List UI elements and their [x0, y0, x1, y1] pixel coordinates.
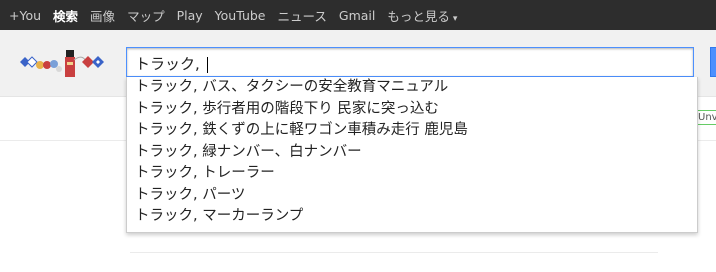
gbar-more-label: もっと見る: [387, 8, 450, 24]
gbar-link-news[interactable]: ニュース: [278, 6, 327, 25]
autocomplete-dropdown: トラック, バス、タクシーの安全教育マニュアル トラック, 歩行者用の階段下り …: [126, 77, 698, 233]
gbar-link-maps[interactable]: マップ: [127, 6, 165, 25]
suggestion-item[interactable]: トラック, バス、タクシーの安全教育マニュアル: [127, 77, 697, 99]
suggestion-item[interactable]: トラック, パーツ: [127, 185, 697, 207]
search-input[interactable]: トラック,: [126, 47, 694, 77]
gbar-link-youtube[interactable]: YouTube: [215, 8, 266, 23]
gbar-link-more[interactable]: もっと見る ▾: [387, 6, 457, 25]
suggestion-item[interactable]: トラック, マーカーランプ: [127, 206, 697, 228]
gbar-link-play[interactable]: Play: [177, 8, 203, 23]
google-doodle-logo[interactable]: [14, 42, 114, 82]
suggestion-item[interactable]: トラック, 鉄くずの上に軽ワゴン車積み走行 鹿児島: [127, 120, 697, 142]
gbar-link-gmail[interactable]: Gmail: [339, 8, 375, 23]
google-bar: +You 検索 画像 マップ Play YouTube ニュース Gmail も…: [0, 0, 716, 30]
gbar-link-search[interactable]: 検索: [53, 6, 78, 25]
suggestion-item[interactable]: トラック, 緑ナンバー、白ナンバー: [127, 142, 697, 164]
gbar-links: +You 検索 画像 マップ Play YouTube ニュース Gmail も…: [9, 0, 469, 30]
gbar-link-plus-you[interactable]: +You: [9, 8, 41, 23]
text-cursor: [206, 56, 208, 73]
suggestion-item[interactable]: トラック, トレーラー: [127, 163, 697, 185]
gbar-link-images[interactable]: 画像: [90, 6, 115, 25]
search-button[interactable]: [710, 47, 716, 77]
search-query: トラック,: [135, 53, 208, 74]
chevron-down-icon: ▾: [452, 13, 458, 24]
results-divider: [130, 252, 658, 253]
search-query-text: トラック,: [135, 55, 205, 73]
suggestion-item[interactable]: トラック, 歩行者用の階段下り 民家に突っ込む: [127, 99, 697, 121]
